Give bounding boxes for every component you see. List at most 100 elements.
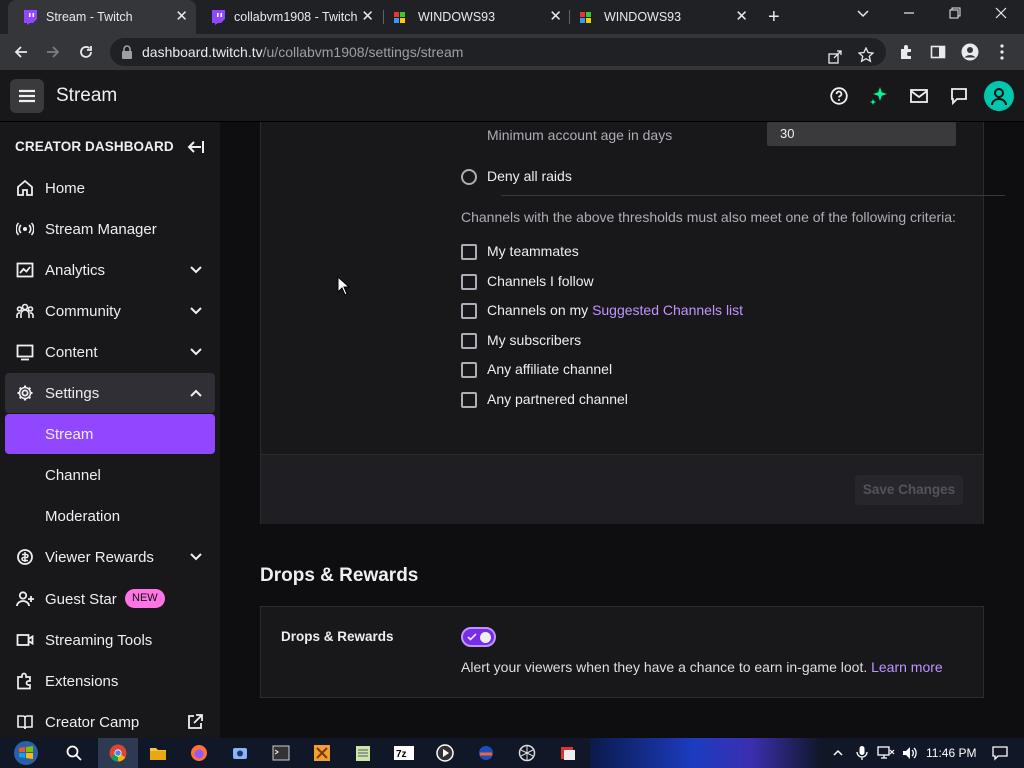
user-avatar[interactable] <box>984 81 1014 111</box>
sidebar-subitem-moderation[interactable]: Moderation <box>5 496 215 536</box>
sidebar-item-label: Stream <box>45 425 94 443</box>
address-bar[interactable]: dashboard.twitch.tv/u/collabvm1908/setti… <box>110 38 886 66</box>
whispers-icon[interactable] <box>949 86 969 106</box>
sidebar-item-stream-manager[interactable]: Stream Manager <box>5 209 215 249</box>
close-tab-icon[interactable]: ✕ <box>735 9 748 25</box>
terminal-icon[interactable] <box>271 743 291 763</box>
browser-tab[interactable]: Stream - Twitch ✕ <box>8 0 196 34</box>
any-affiliate-label: Any affiliate channel <box>487 361 613 377</box>
notifications-icon[interactable] <box>990 743 1010 763</box>
tab-title: Stream - Twitch <box>46 10 133 24</box>
collapse-sidebar-icon[interactable] <box>186 138 204 156</box>
browser-menu-icon[interactable] <box>993 43 1011 61</box>
sparkle-icon[interactable] <box>869 86 889 106</box>
notepad-icon[interactable] <box>353 743 373 763</box>
sidebar-item-label: Guest Star <box>45 590 117 608</box>
suggested-channels-checkbox[interactable] <box>461 303 477 319</box>
sidebar-item-creator-camp[interactable]: Creator Camp <box>5 702 215 738</box>
sidebar-subitem-channel[interactable]: Channel <box>5 455 215 495</box>
network-icon[interactable] <box>876 743 896 763</box>
sidebar-item-community[interactable]: Community <box>5 291 215 331</box>
taskbar-clock[interactable]: 11:46 PM <box>926 746 976 760</box>
search-icon[interactable] <box>64 743 84 763</box>
file-explorer-icon[interactable] <box>148 743 168 763</box>
any-partnered-label: Any partnered channel <box>487 391 628 407</box>
sidebar-item-content[interactable]: Content <box>5 332 215 372</box>
tab-search-icon[interactable] <box>856 6 870 23</box>
share-icon[interactable] <box>828 45 842 64</box>
close-tab-icon[interactable]: ✕ <box>175 9 188 25</box>
inbox-icon[interactable] <box>909 86 929 106</box>
restore-button[interactable] <box>948 6 962 23</box>
drops-rewards-description: Alert your viewers when they have a chan… <box>461 659 943 675</box>
broadcast-icon <box>16 220 34 238</box>
deny-all-raids-radio[interactable] <box>461 169 477 185</box>
learn-more-link[interactable]: Learn more <box>871 659 943 675</box>
close-tab-icon[interactable]: ✕ <box>549 9 562 25</box>
channels-i-follow-label: Channels I follow <box>487 273 594 289</box>
close-tab-icon[interactable]: ✕ <box>361 9 374 25</box>
help-icon[interactable] <box>829 86 849 106</box>
archive-app-icon[interactable] <box>312 743 332 763</box>
app-icon[interactable] <box>558 743 578 763</box>
home-icon <box>16 179 34 197</box>
my-subscribers-checkbox[interactable] <box>461 333 477 349</box>
app-icon[interactable] <box>517 743 537 763</box>
mouse-cursor-icon <box>337 276 350 296</box>
drops-section-title: Drops & Rewards <box>260 565 419 586</box>
twitch-icon <box>210 9 226 25</box>
my-teammates-checkbox[interactable] <box>461 244 477 260</box>
close-window-button[interactable] <box>994 6 1008 23</box>
taskbar-wallpaper-strip <box>590 738 820 768</box>
content-icon <box>16 343 34 361</box>
tab-title: WINDOWS93 <box>604 10 682 24</box>
sidebar-item-streaming-tools[interactable]: Streaming Tools <box>5 620 215 660</box>
sidebar-item-guest-star[interactable]: Guest Star NEW <box>5 579 215 619</box>
reload-icon[interactable] <box>77 43 95 61</box>
extensions-puzzle-icon[interactable] <box>897 43 915 61</box>
volume-icon[interactable] <box>900 743 920 763</box>
min-account-age-input[interactable]: 30 <box>767 122 956 146</box>
browser-tab[interactable]: collabvm1908 - Twitch ✕ <box>196 0 382 34</box>
chrome-icon <box>109 744 127 762</box>
sidebar-item-settings[interactable]: Settings <box>5 373 215 413</box>
7zip-icon[interactable]: 7z <box>394 743 414 763</box>
show-hidden-icons-icon[interactable] <box>828 743 848 763</box>
sidebar-item-label: Moderation <box>45 507 121 525</box>
browser-tab-bar: Stream - Twitch ✕ collabvm1908 - Twitch … <box>0 0 1024 34</box>
minimize-button[interactable] <box>902 6 916 23</box>
sidebar-item-analytics[interactable]: Analytics <box>5 250 215 290</box>
side-panel-icon[interactable] <box>929 43 947 61</box>
browser-tab[interactable]: WINDOWS93 ✕ <box>384 0 570 34</box>
sidebar-item-label: Channel <box>45 466 101 484</box>
browser-tab[interactable]: WINDOWS93 ✕ <box>570 0 756 34</box>
suggested-channels-prefix: Channels on my <box>487 302 593 318</box>
sidebar-item-viewer-rewards[interactable]: Viewer Rewards <box>5 537 215 577</box>
forward-icon[interactable] <box>44 43 62 61</box>
hamburger-menu-button[interactable] <box>10 79 44 113</box>
media-player-icon[interactable] <box>435 743 455 763</box>
channels-i-follow-checkbox[interactable] <box>461 274 477 290</box>
suggested-channels-label: Channels on my Suggested Channels list <box>487 302 743 318</box>
app-icon[interactable] <box>230 743 250 763</box>
chevron-down-icon <box>190 307 202 315</box>
sidebar-item-home[interactable]: Home <box>5 168 215 208</box>
sidebar-item-extensions[interactable]: Extensions <box>5 661 215 701</box>
bookmark-star-icon[interactable] <box>857 44 875 63</box>
suggested-channels-link[interactable]: Suggested Channels list <box>592 302 743 318</box>
save-changes-button[interactable]: Save Changes <box>855 475 963 505</box>
app-icon[interactable] <box>476 743 496 763</box>
add-person-icon <box>16 590 34 608</box>
profile-icon[interactable] <box>961 43 979 61</box>
sidebar-subitem-stream[interactable]: Stream <box>5 414 215 454</box>
microphone-icon[interactable] <box>852 743 872 763</box>
drops-rewards-toggle[interactable] <box>461 627 496 647</box>
any-affiliate-checkbox[interactable] <box>461 362 477 378</box>
firefox-icon[interactable] <box>189 743 209 763</box>
chrome-taskbar-button[interactable] <box>98 738 138 768</box>
start-button[interactable] <box>12 740 40 766</box>
new-tab-button[interactable]: + <box>768 7 780 27</box>
any-partnered-checkbox[interactable] <box>461 392 477 408</box>
camera-icon <box>16 631 34 649</box>
back-icon[interactable] <box>12 43 30 61</box>
